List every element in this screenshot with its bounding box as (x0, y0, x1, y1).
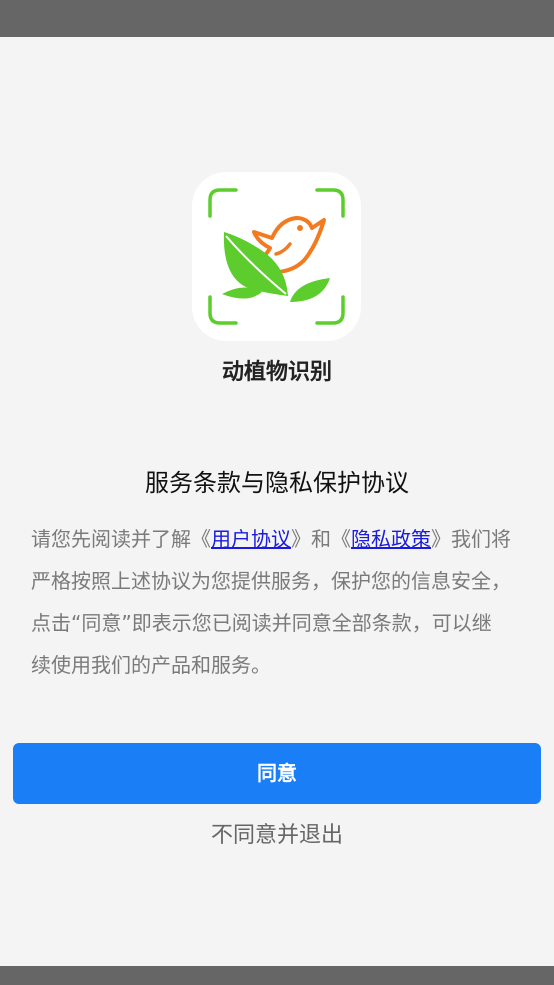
navigation-bar (0, 966, 554, 985)
agreement-text-middle: 》和《 (291, 527, 351, 551)
user-agreement-link[interactable]: 用户协议 (211, 527, 291, 551)
app-icon (192, 172, 361, 341)
agreement-text: 请您先阅读并了解《用户协议》和《隐私政策》我们将严格按照上述协议为您提供服务，保… (31, 518, 511, 686)
dialog-title: 服务条款与隐私保护协议 (145, 469, 409, 497)
bird-leaf-scan-icon (208, 188, 345, 325)
agree-button[interactable]: 同意 (13, 743, 541, 804)
agreement-text-before: 请您先阅读并了解《 (31, 527, 211, 551)
privacy-policy-link[interactable]: 隐私政策 (351, 527, 431, 551)
disagree-exit-button[interactable]: 不同意并退出 (0, 818, 554, 854)
app-name: 动植物识别 (221, 360, 332, 385)
status-bar (0, 0, 554, 37)
agreement-sheet: 动植物识别 服务条款与隐私保护协议 请您先阅读并了解《用户协议》和《隐私政策》我… (0, 37, 554, 966)
